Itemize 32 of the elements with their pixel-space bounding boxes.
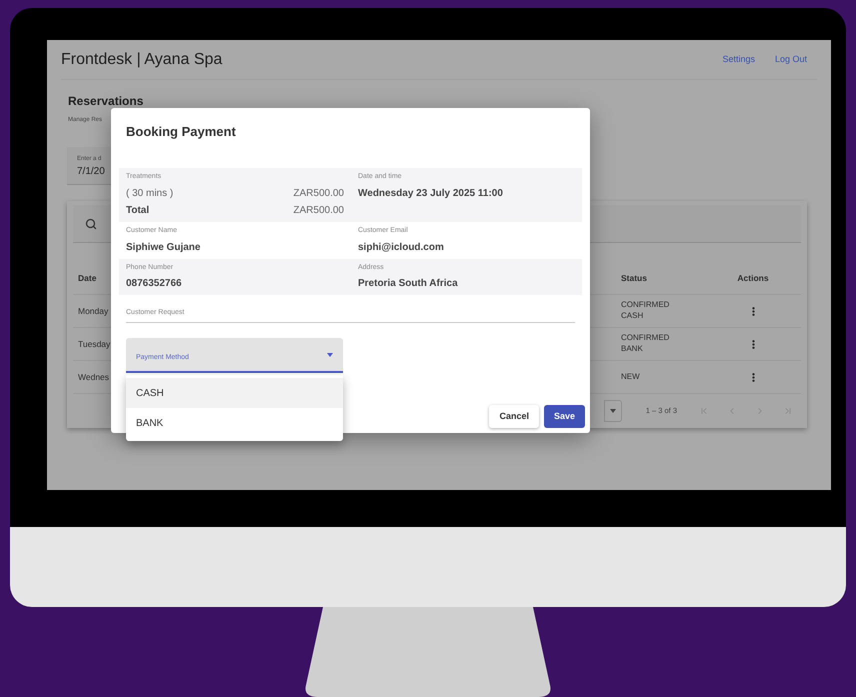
field-value: Wednesday 23 July 2025 11:00 xyxy=(358,187,503,201)
menu-option[interactable]: BANK xyxy=(126,408,343,438)
app-title: Frontdesk | Ayana Spa xyxy=(61,50,222,70)
field-value: 7/1/20 xyxy=(77,165,106,179)
cancel-button[interactable]: Cancel xyxy=(489,405,539,428)
column-header: Date xyxy=(77,272,96,285)
treatment-price: ZAR500.00 xyxy=(293,187,344,201)
column-header: Status xyxy=(621,272,648,285)
caret-icon xyxy=(327,353,333,357)
field-value: Pretoria South Africa xyxy=(358,277,458,291)
field-value: siphi@icloud.com xyxy=(358,240,444,254)
status-cell-text: CONFIRMED BANK xyxy=(621,333,670,355)
table-cell-text: Monday xyxy=(77,304,108,318)
status-cell-text: CONFIRMED CASH xyxy=(621,300,670,322)
dialog-title: Booking Payment xyxy=(126,123,237,141)
page-title: Reservations xyxy=(68,93,144,110)
field-value: 0876352766 xyxy=(126,277,183,291)
save-button[interactable]: Save xyxy=(544,405,585,428)
table-cell-text: Wednes xyxy=(77,370,110,384)
caret-icon xyxy=(610,408,616,412)
table-cell-text: Tuesday xyxy=(77,338,110,350)
field-value: Siphiwe Gujane xyxy=(126,240,202,254)
total-label: Total xyxy=(126,204,150,218)
page-size-select[interactable] xyxy=(604,400,622,422)
nav-link[interactable]: Settings xyxy=(722,52,755,66)
menu-option[interactable]: CASH xyxy=(126,378,343,408)
status-cell-text: NEW xyxy=(621,372,641,382)
column-header: Actions xyxy=(736,272,770,285)
total-value: ZAR500.00 xyxy=(293,204,344,218)
nav-link[interactable]: Log Out xyxy=(774,52,807,66)
search-icon xyxy=(85,218,97,230)
treatment-name: ( 30 mins ) xyxy=(126,187,174,201)
